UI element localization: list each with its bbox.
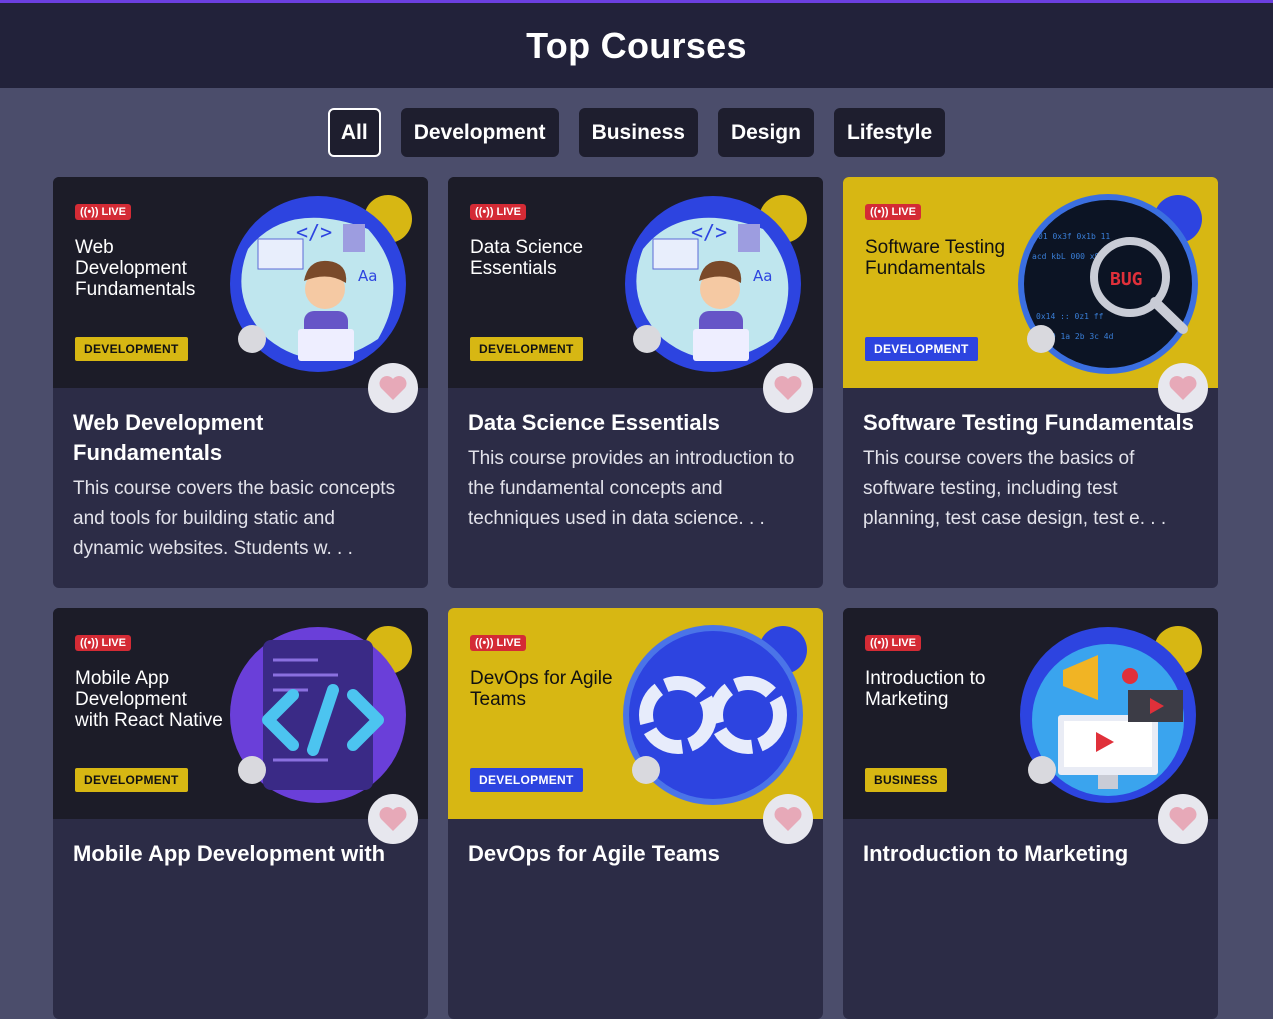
heart-icon [774,807,802,831]
favorite-button[interactable] [1158,363,1208,413]
category-tag: DEVELOPMENT [75,768,188,792]
code-tag-illustration [230,626,412,803]
live-badge: ((•)) LIVE [865,635,921,651]
favorite-button[interactable] [1158,794,1208,844]
course-card[interactable]: ((•)) LIVE Data Science Essentials DEVEL… [448,177,823,588]
course-title[interactable]: Software Testing Fundamentals [863,408,1198,438]
category-tag: DEVELOPMENT [470,337,583,361]
banner-title: Data Science Essentials [470,237,584,279]
svg-text:Aa: Aa [753,267,772,285]
course-title[interactable]: DevOps for Agile Teams [468,839,803,869]
banner-title: Software Testing Fundamentals [865,237,1006,279]
course-description: This course covers the basic concepts an… [73,478,396,559]
broadcast-icon: ((•)) [80,206,99,218]
broadcast-icon: ((•)) [870,206,889,218]
course-banner: ((•)) LIVE Data Science Essentials DEVEL… [448,177,823,388]
heart-icon [774,376,802,400]
course-title[interactable]: Data Science Essentials [468,408,803,438]
broadcast-icon: ((•)) [475,206,494,218]
course-description: This course covers the basics of softwar… [863,448,1167,529]
category-tag: BUSINESS [865,768,947,792]
card-body: Web Development Fundamentals This course… [53,388,428,564]
svg-text:01 0x3f 0x1b 11: 01 0x3f 0x1b 11 [1038,232,1110,241]
developer-illustration: </> Aa [230,195,412,372]
banner-title: Web Development Fundamentals [75,237,196,300]
live-badge: ((•)) LIVE [75,635,131,651]
card-body: Data Science Essentials This course prov… [448,388,823,534]
favorite-button[interactable] [368,363,418,413]
course-title[interactable]: Web Development Fundamentals [73,408,408,468]
course-grid: ((•)) LIVE Web Development Fundamentals … [53,177,1218,1019]
svg-text:</>: </> [296,220,332,244]
broadcast-icon: ((•)) [80,637,99,649]
live-badge: ((•)) LIVE [470,635,526,651]
svg-text:</>: </> [691,220,727,244]
category-filters: All Development Business Design Lifestyl… [0,108,1273,157]
heart-icon [1169,376,1197,400]
category-tag: DEVELOPMENT [470,768,583,792]
bug-magnifier-illustration: 01 0x3f 0x1b 11 acd kbL 000 x9 0x14 :: 0… [1018,194,1202,374]
favorite-button[interactable] [368,794,418,844]
broadcast-icon: ((•)) [870,637,889,649]
svg-text:acd kbL 000 x9: acd kbL 000 x9 [1032,252,1100,261]
page-header: Top Courses [0,3,1273,88]
svg-text:00 1a 2b 3c 4d: 00 1a 2b 3c 4d [1046,332,1114,341]
banner-title: Mobile App Development with React Native [75,668,223,731]
page-title: Top Courses [526,24,747,66]
course-description: This course provides an introduction to … [468,448,795,529]
category-tag: DEVELOPMENT [865,337,978,361]
svg-text:0x14 :: 0z1 ff: 0x14 :: 0z1 ff [1036,312,1104,321]
infinity-loop-illustration [623,625,807,805]
svg-text:BUG: BUG [1110,269,1143,290]
favorite-button[interactable] [763,363,813,413]
course-banner: ((•)) LIVE DevOps for Agile Teams DEVELO… [448,608,823,819]
course-card[interactable]: ((•)) LIVE Introduction to Marketing BUS… [843,608,1218,1019]
course-banner: ((•)) LIVE Mobile App Development with R… [53,608,428,819]
course-card[interactable]: ((•)) LIVE Web Development Fundamentals … [53,177,428,588]
live-badge: ((•)) LIVE [865,204,921,220]
filter-all[interactable]: All [327,108,381,157]
course-title[interactable]: Introduction to Marketing [863,839,1198,869]
heart-icon [379,376,407,400]
developer-illustration: </> Aa [625,195,807,372]
favorite-button[interactable] [763,794,813,844]
card-body: Software Testing Fundamentals This cours… [843,388,1218,534]
filter-lifestyle[interactable]: Lifestyle [833,108,946,157]
banner-title: Introduction to Marketing [865,668,986,710]
course-card[interactable]: ((•)) LIVE Software Testing Fundamentals… [843,177,1218,588]
course-banner: ((•)) LIVE Introduction to Marketing BUS… [843,608,1218,819]
heart-icon [379,807,407,831]
live-badge: ((•)) LIVE [470,204,526,220]
filter-design[interactable]: Design [717,108,814,157]
course-title[interactable]: Mobile App Development with [73,839,408,869]
banner-title: DevOps for Agile Teams [470,668,613,710]
broadcast-icon: ((•)) [475,637,494,649]
category-tag: DEVELOPMENT [75,337,188,361]
heart-icon [1169,807,1197,831]
svg-text:Aa: Aa [358,267,377,285]
marketing-illustration [1020,626,1202,803]
course-banner: ((•)) LIVE Web Development Fundamentals … [53,177,428,388]
course-banner: ((•)) LIVE Software Testing Fundamentals… [843,177,1218,388]
live-badge: ((•)) LIVE [75,204,131,220]
course-card[interactable]: ((•)) LIVE DevOps for Agile Teams DEVELO… [448,608,823,1019]
course-card[interactable]: ((•)) LIVE Mobile App Development with R… [53,608,428,1019]
filter-business[interactable]: Business [578,108,698,157]
filter-development[interactable]: Development [400,108,559,157]
